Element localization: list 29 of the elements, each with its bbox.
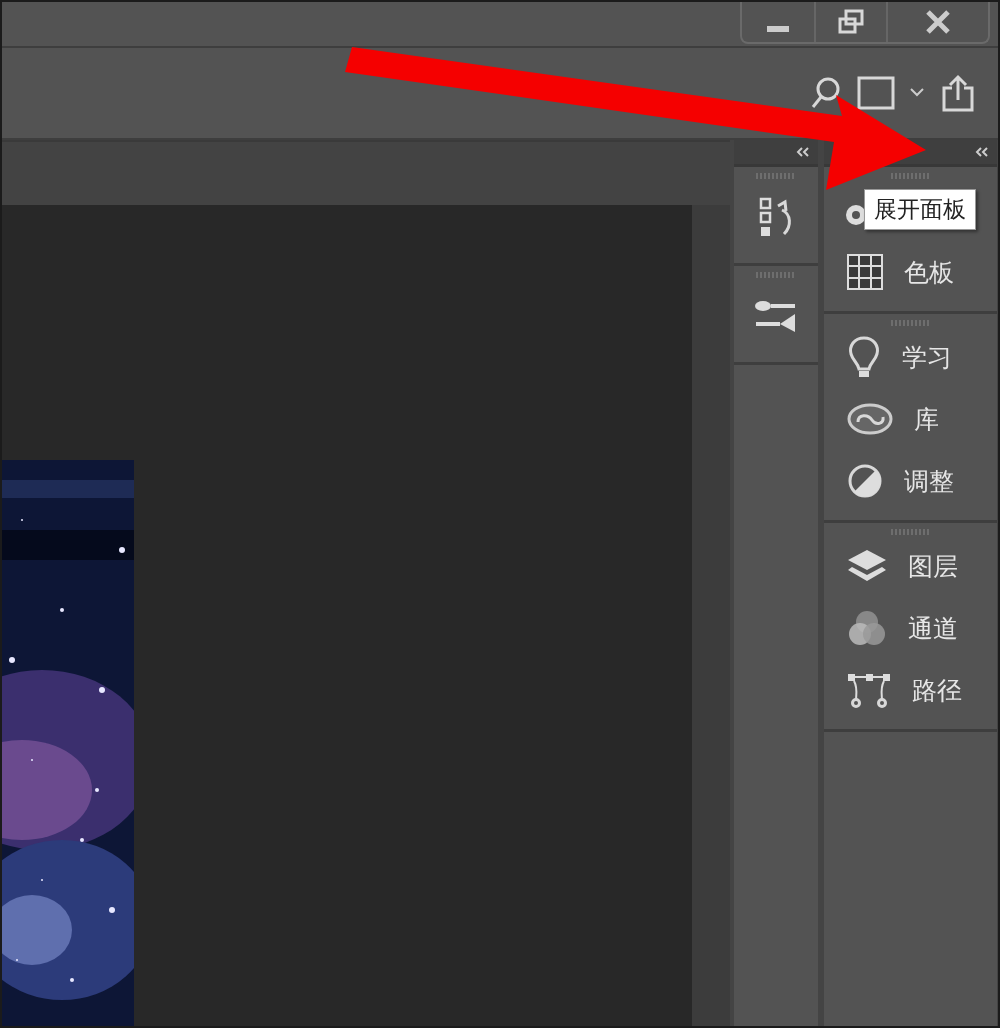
minimize-icon: [767, 26, 789, 32]
panel-item[interactable]: 路径: [824, 659, 997, 721]
lightbulb-icon: [846, 335, 882, 379]
search-button[interactable]: [810, 76, 842, 110]
cloud-icon: [846, 402, 894, 436]
screen-mode-button[interactable]: [856, 75, 926, 111]
swatches-icon: [846, 253, 884, 291]
panel-item[interactable]: 库: [824, 388, 997, 450]
panel-item[interactable]: 色板: [824, 241, 997, 303]
tooltip: 展开面板: [864, 189, 976, 230]
adjustments-icon: [846, 462, 884, 500]
restore-icon: [837, 9, 865, 35]
close-icon: [925, 9, 951, 35]
screen-mode-icon: [856, 75, 926, 111]
collapse-button[interactable]: [975, 147, 989, 157]
paths-icon: [846, 672, 892, 708]
panel-item[interactable]: 调整: [824, 450, 997, 512]
search-icon: [810, 76, 842, 110]
panel-item[interactable]: 通道: [824, 597, 997, 659]
layers-icon: [846, 548, 888, 584]
collapse-button[interactable]: [796, 147, 810, 157]
panel-item[interactable]: 学习: [824, 326, 997, 388]
panel-item[interactable]: 图层: [824, 535, 997, 597]
channels-icon: [846, 608, 888, 648]
grip-handle[interactable]: [756, 173, 796, 179]
share-button[interactable]: [940, 74, 976, 112]
grip-handle[interactable]: [756, 272, 796, 278]
share-icon: [940, 74, 976, 112]
history-icon: [758, 196, 794, 238]
